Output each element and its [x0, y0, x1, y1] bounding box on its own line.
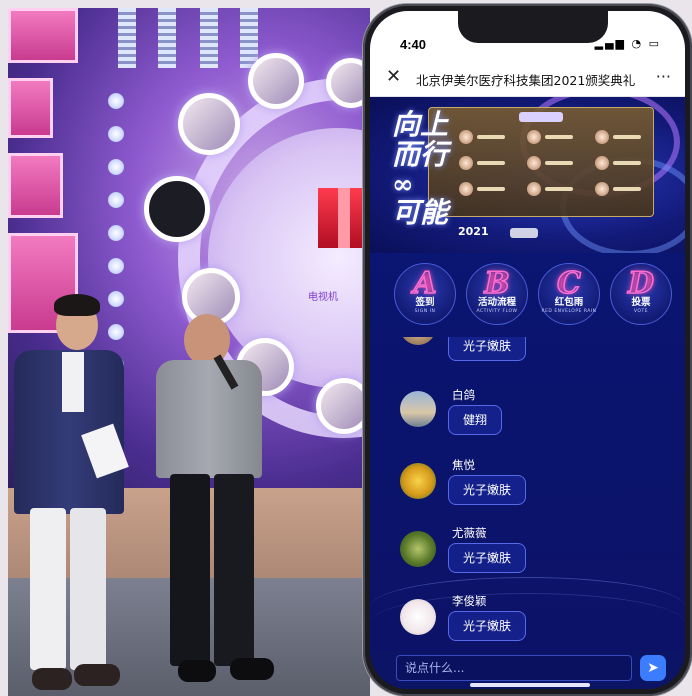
led-dot	[108, 93, 124, 109]
user-avatar	[400, 391, 436, 427]
message-bubble: 光子嫩肤	[448, 543, 527, 573]
award-list-card	[428, 107, 654, 217]
chat-message: 白鸽 健翔	[370, 381, 685, 451]
menu-label: 活动流程	[477, 297, 516, 308]
banner-slogan-2: 而行	[392, 138, 449, 171]
led-dot	[108, 159, 124, 175]
message-bubble: 光子嫩肤	[448, 611, 527, 641]
user-name: 李俊颖	[452, 594, 487, 608]
menu-sign-in[interactable]: A 签到 SIGN IN	[394, 263, 456, 325]
message-bubble: 光子嫩肤	[448, 475, 527, 505]
host-leg	[30, 508, 66, 670]
award-entry	[527, 156, 577, 170]
award-entry	[527, 130, 577, 144]
award-entry	[459, 156, 509, 170]
screen-block	[8, 78, 53, 138]
chat-message: 焦悦 光子嫩肤	[370, 453, 685, 523]
user-avatar	[400, 531, 436, 567]
page-title: 北京伊美尔医疗科技集团2021颁奖典礼	[416, 73, 636, 88]
menu-red-envelope[interactable]: C 红包雨 RED ENVELOPE RAIN	[538, 263, 600, 325]
stage-light	[158, 8, 176, 68]
message-bubble: 光子嫩肤	[448, 337, 527, 361]
close-icon[interactable]: ✕	[386, 68, 401, 86]
menu-sublabel: SIGN IN	[414, 309, 436, 314]
guest-leg	[170, 474, 210, 666]
send-button[interactable]: ➤	[640, 655, 666, 681]
led-dot	[108, 192, 124, 208]
chat-feed[interactable]: 光子嫩肤 白鸽 健翔 焦悦 光子嫩肤 尤薇薇 光子嫩肤 李俊颖 光子嫩肤	[370, 337, 685, 657]
menu-sublabel: ACTIVITY FLOW	[476, 309, 518, 314]
user-avatar	[400, 337, 436, 345]
menu-sublabel: RED ENVELOPE RAIN	[541, 309, 597, 314]
award-entry	[595, 156, 645, 170]
screen-block	[8, 153, 63, 218]
home-indicator	[470, 683, 590, 687]
banner-infinity: ∞	[392, 170, 414, 200]
user-name: 尤薇薇	[452, 526, 487, 540]
led-dot	[108, 324, 124, 340]
led-dot	[108, 291, 124, 307]
guest-shoe	[230, 658, 274, 680]
menu-label: 签到	[415, 297, 435, 308]
menu-activity-flow[interactable]: B 活动流程 ACTIVITY FLOW	[466, 263, 528, 325]
screen-caption: 电视机	[308, 292, 338, 303]
award-header	[519, 112, 563, 122]
host-shirt	[62, 352, 84, 412]
status-bar: 4:40 ▂▄▆ ◔ ▭	[370, 11, 685, 59]
banner-slogan-1: 向上	[392, 108, 449, 141]
stage-light	[118, 8, 136, 68]
event-banner: 向上 而行 ∞ 可能 2021	[370, 97, 685, 253]
photo-bubble	[178, 93, 240, 155]
guest-leg	[214, 474, 254, 666]
more-icon[interactable]: ···	[656, 67, 671, 86]
send-icon: ➤	[647, 660, 659, 676]
award-entry	[527, 182, 577, 196]
menu-label: 红包雨	[554, 297, 584, 308]
phone-frame: 4:40 ▂▄▆ ◔ ▭ ✕ 北京伊美尔医疗科技集团2021颁奖典礼 ··· 向…	[363, 4, 692, 696]
host-hair	[54, 294, 100, 316]
host-shoe	[32, 668, 72, 690]
award-entry	[459, 182, 509, 196]
led-dot	[108, 225, 124, 241]
user-name: 焦悦	[452, 458, 475, 472]
user-avatar	[400, 599, 436, 635]
menu-sublabel: VOTE	[633, 309, 649, 314]
status-icons: ▂▄▆ ◔ ▭	[594, 37, 661, 50]
nav-bar: ✕ 北京伊美尔医疗科技集团2021颁奖典礼 ···	[370, 59, 685, 97]
award-entry	[595, 130, 645, 144]
led-dot	[108, 258, 124, 274]
chat-message: 李俊颖 光子嫩肤	[370, 589, 685, 657]
user-name: 白鸽	[452, 388, 475, 402]
guest-shoe	[178, 660, 216, 682]
message-bubble: 健翔	[448, 405, 503, 435]
led-dot	[108, 126, 124, 142]
photo-bubble	[248, 53, 304, 109]
award-entry	[595, 182, 645, 196]
photo-bubble	[144, 176, 210, 242]
status-time: 4:40	[400, 37, 427, 52]
notch	[458, 11, 608, 43]
host-leg	[70, 508, 106, 670]
chat-input[interactable]	[396, 655, 632, 681]
phone-screen: 4:40 ▂▄▆ ◔ ▭ ✕ 北京伊美尔医疗科技集团2021颁奖典礼 ··· 向…	[370, 11, 685, 689]
stage-light	[240, 8, 258, 68]
menu-label: 投票	[631, 297, 651, 308]
award-entry	[459, 130, 509, 144]
stage-photo: 电视机	[8, 8, 370, 696]
event-menu: A 签到 SIGN IN B 活动流程 ACTIVITY FLOW C 红包雨 …	[370, 261, 685, 329]
stage-light	[200, 8, 218, 68]
menu-vote[interactable]: D 投票 VOTE	[610, 263, 672, 325]
follow-pill[interactable]	[510, 228, 538, 238]
user-avatar	[400, 463, 436, 499]
banner-year: 2021	[458, 225, 489, 238]
host-shoe	[74, 664, 120, 686]
screen-block	[8, 8, 78, 63]
guest-shirt	[156, 360, 262, 478]
banner-slogan-3: 可能	[392, 196, 449, 229]
photo-bubble	[316, 378, 370, 434]
chat-message: 尤薇薇 光子嫩肤	[370, 521, 685, 591]
